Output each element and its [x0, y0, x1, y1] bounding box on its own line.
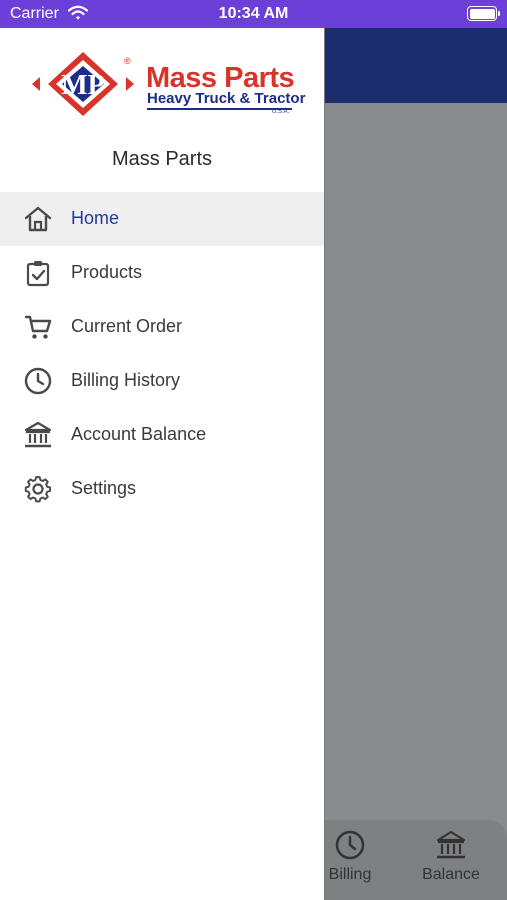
menu-item-current-order[interactable]: Current Order [0, 300, 324, 354]
clipboard-check-icon [26, 261, 50, 287]
status-time: 10:34 AM [218, 5, 289, 22]
menu-item-billing-history[interactable]: Billing History [0, 354, 324, 408]
logo-country: U.S.A. [272, 109, 290, 115]
menu-item-label: Products [71, 262, 143, 282]
home-icon [24, 206, 52, 232]
clock-icon [24, 367, 52, 395]
tab-balance-label: Balance [422, 866, 480, 883]
menu-item-label: Billing History [71, 370, 181, 390]
bank-icon [436, 830, 466, 859]
drawer-title: Mass Parts [111, 148, 213, 170]
menu-item-label: Home [71, 208, 120, 228]
menu-item-label: Account Balance [71, 424, 207, 444]
drawer-edge [324, 28, 325, 900]
svg-text:®: ® [124, 56, 131, 66]
mp-emblem-icon: MP ® [32, 52, 134, 116]
status-bar: Carrier 10:34 AM [0, 0, 507, 28]
menu-item-label: Current Order [71, 316, 183, 336]
bank-icon [24, 421, 52, 448]
menu-item-account-balance[interactable]: Account Balance [0, 408, 324, 462]
menu-item-home[interactable]: Home [0, 192, 324, 246]
navigation-drawer: MP ® Mass Parts Heavy Truck & Tractor U.… [0, 28, 324, 900]
tab-balance[interactable]: Balance [401, 828, 501, 884]
menu-item-products[interactable]: Products [0, 246, 324, 300]
clock-icon [335, 830, 365, 860]
menu-item-settings[interactable]: Settings [0, 462, 324, 516]
menu-item-label: Settings [71, 478, 137, 498]
logo-subtitle: Heavy Truck & Tractor [147, 90, 306, 107]
gear-icon [24, 476, 52, 503]
cart-icon [24, 315, 52, 339]
tab-billing-label: Billing [328, 866, 372, 883]
logo-rule [147, 108, 292, 110]
battery-icon [467, 6, 500, 21]
svg-text:MP: MP [61, 70, 105, 101]
drawer-menu: Home Products Current Order Billing Hist… [0, 192, 324, 516]
